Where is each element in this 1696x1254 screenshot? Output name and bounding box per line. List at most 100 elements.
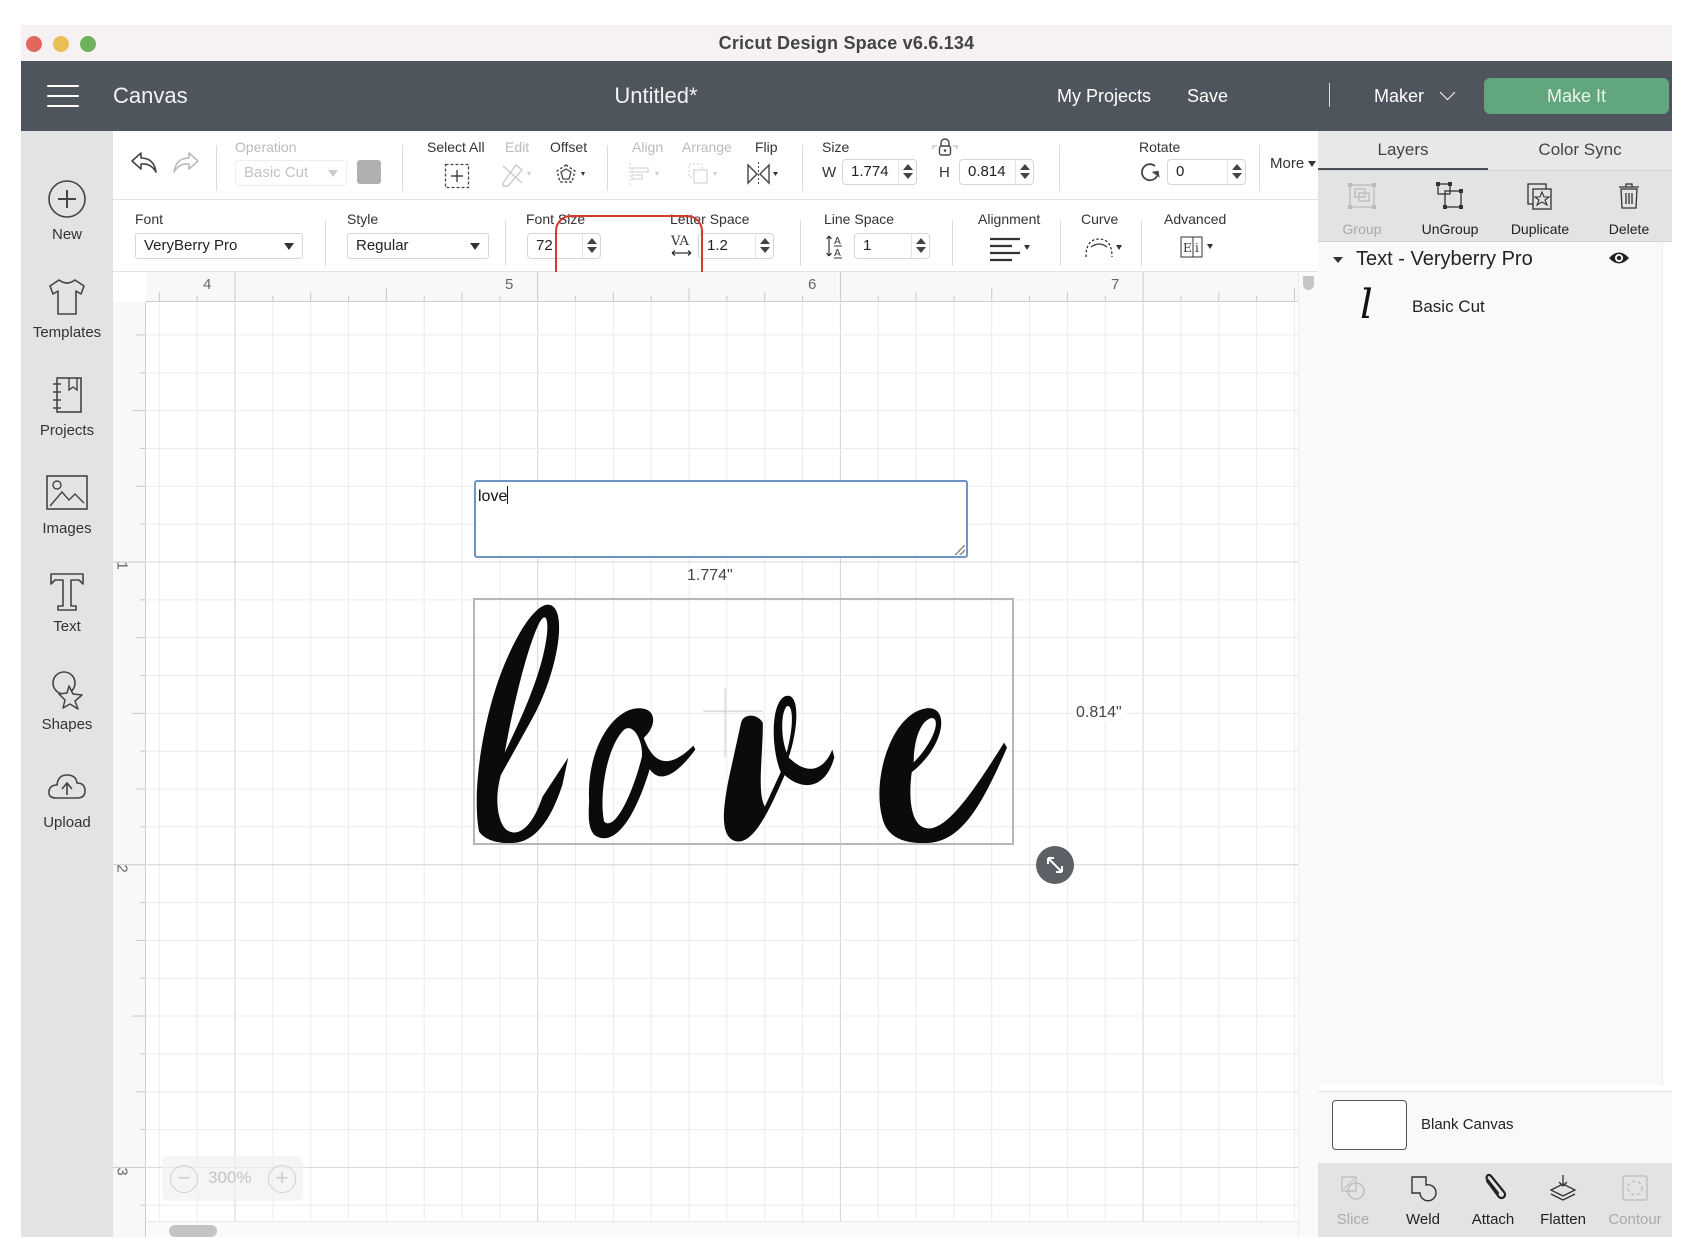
more-button[interactable]: More (1270, 155, 1317, 172)
style-select[interactable]: Regular (347, 233, 489, 259)
sidebar-item-projects[interactable]: Projects (21, 372, 113, 439)
divider (216, 145, 217, 191)
offset-icon[interactable] (554, 161, 590, 187)
arrange-label: Arrange (682, 139, 732, 155)
canvas-color-swatch[interactable] (1332, 1100, 1407, 1150)
horizontal-scrollbar[interactable] (147, 1221, 1298, 1237)
design-canvas[interactable]: 4 5 6 7 1 2 3 love 1.774" 0.814" − 300% … (113, 272, 1318, 1237)
flip-icon[interactable] (745, 161, 785, 187)
tab-color-sync[interactable]: Color Sync (1488, 131, 1672, 170)
lock-icon[interactable] (932, 137, 958, 157)
duplicate-label: Duplicate (1510, 221, 1570, 237)
letter-space-input[interactable]: 1.2 (698, 233, 774, 259)
sidebar-item-shapes[interactable]: Shapes (21, 666, 113, 733)
ruler-label: 3 (113, 1167, 131, 1176)
divider (505, 220, 506, 266)
sidebar-label: Images (42, 520, 92, 537)
layer-item[interactable]: l Basic Cut (1318, 282, 1663, 338)
ruler-label: 5 (505, 276, 514, 293)
alignment-icon[interactable] (988, 236, 1034, 262)
rotate-stepper[interactable] (1227, 160, 1245, 184)
zoom-in-button[interactable]: + (268, 1165, 296, 1193)
height-dimension-label: 0.814" (1072, 704, 1126, 722)
arrange-icon[interactable] (685, 161, 725, 189)
rotate-icon[interactable] (1137, 159, 1163, 185)
divider (325, 220, 326, 266)
curve-icon[interactable] (1083, 235, 1127, 261)
contour-button[interactable]: Contour (1598, 1163, 1672, 1237)
contour-label: Contour (1608, 1211, 1662, 1228)
expand-caret-icon[interactable] (1333, 257, 1343, 263)
letter-space-stepper[interactable] (755, 234, 773, 258)
sidebar-item-images[interactable]: Images (21, 470, 113, 537)
text-input-value: love (478, 488, 508, 505)
divider (1141, 220, 1142, 266)
group-button[interactable]: Group (1318, 171, 1406, 243)
color-swatch[interactable] (357, 160, 381, 184)
zoom-out-button[interactable]: − (170, 1165, 198, 1193)
width-stepper[interactable] (898, 160, 916, 184)
font-size-input[interactable]: 72 (527, 233, 601, 259)
horizontal-ruler: 4 5 6 7 (146, 272, 1298, 302)
vertical-scroll-thumb[interactable] (1303, 276, 1314, 290)
redo-icon[interactable] (171, 150, 201, 176)
font-size-label: Font Size (526, 211, 586, 227)
height-input[interactable]: 0.814 (959, 159, 1034, 185)
flatten-button[interactable]: Flatten (1528, 1163, 1598, 1237)
visibility-eye-icon[interactable] (1608, 250, 1630, 266)
ruler-label: 6 (808, 276, 817, 293)
make-it-button[interactable]: Make It (1484, 78, 1669, 114)
layer-bottom-actions: Slice Weld Attach Flatten Contour (1318, 1163, 1672, 1237)
line-space-stepper[interactable] (911, 234, 929, 258)
delete-button[interactable]: Delete (1586, 171, 1672, 243)
text-input-box[interactable]: love (474, 480, 968, 558)
layer-group[interactable]: Text - Veryberry Pro (1318, 242, 1663, 278)
slice-icon (1341, 1176, 1365, 1200)
duplicate-button[interactable]: Duplicate (1494, 171, 1586, 243)
text-caret (507, 486, 509, 504)
align-icon[interactable] (627, 161, 667, 187)
sidebar-item-text[interactable]: Text (21, 568, 113, 635)
sidebar-item-new[interactable]: New (21, 176, 113, 243)
machine-select[interactable]: Maker (1374, 61, 1456, 131)
operation-select[interactable]: Basic Cut (235, 160, 347, 186)
height-stepper[interactable] (1015, 160, 1033, 184)
rotate-input[interactable]: 0 (1167, 159, 1246, 185)
sidebar-label: Text (53, 618, 81, 635)
left-sidebar: New Templates Projects Images Text Shape… (21, 131, 113, 1237)
horizontal-scroll-thumb[interactable] (169, 1225, 217, 1237)
save-button[interactable]: Save (1187, 61, 1228, 131)
vertical-scrollbar[interactable] (1298, 272, 1318, 1237)
ungroup-icon (1436, 182, 1463, 209)
svg-text:VA: VA (670, 234, 690, 249)
edit-icon[interactable] (500, 161, 536, 187)
font-size-stepper[interactable] (582, 234, 600, 258)
divider (1060, 220, 1061, 266)
ungroup-button[interactable]: UnGroup (1406, 171, 1494, 243)
line-space-label: Line Space (824, 211, 895, 227)
width-input[interactable]: 1.774 (842, 159, 917, 185)
offset-label: Offset (550, 139, 588, 155)
weld-button[interactable]: Weld (1388, 1163, 1458, 1237)
my-projects-link[interactable]: My Projects (1057, 61, 1151, 131)
ungroup-label: UnGroup (1421, 221, 1479, 237)
sidebar-label: New (51, 226, 82, 243)
font-select[interactable]: VeryBerry Pro (135, 233, 303, 259)
sidebar-item-upload[interactable]: Upload (21, 764, 113, 831)
resize-handle[interactable] (1036, 846, 1074, 884)
tshirt-icon (49, 279, 85, 315)
advanced-icon[interactable]: Ei (1179, 234, 1223, 262)
undo-icon[interactable] (129, 150, 159, 176)
select-all-icon[interactable] (444, 163, 470, 189)
slice-button[interactable]: Slice (1318, 1163, 1388, 1237)
tab-layers[interactable]: Layers (1318, 131, 1488, 170)
svg-text:E: E (1183, 241, 1192, 255)
blank-canvas-item[interactable]: Blank Canvas (1318, 1091, 1672, 1163)
sidebar-item-templates[interactable]: Templates (21, 274, 113, 341)
attach-button[interactable]: Attach (1458, 1163, 1528, 1237)
curve-label: Curve (1081, 211, 1119, 227)
line-space-input[interactable]: 1 (854, 233, 930, 259)
textbox-resize-grip[interactable] (955, 545, 965, 555)
text-object-love[interactable] (473, 598, 1014, 845)
sidebar-label: Projects (39, 422, 95, 439)
